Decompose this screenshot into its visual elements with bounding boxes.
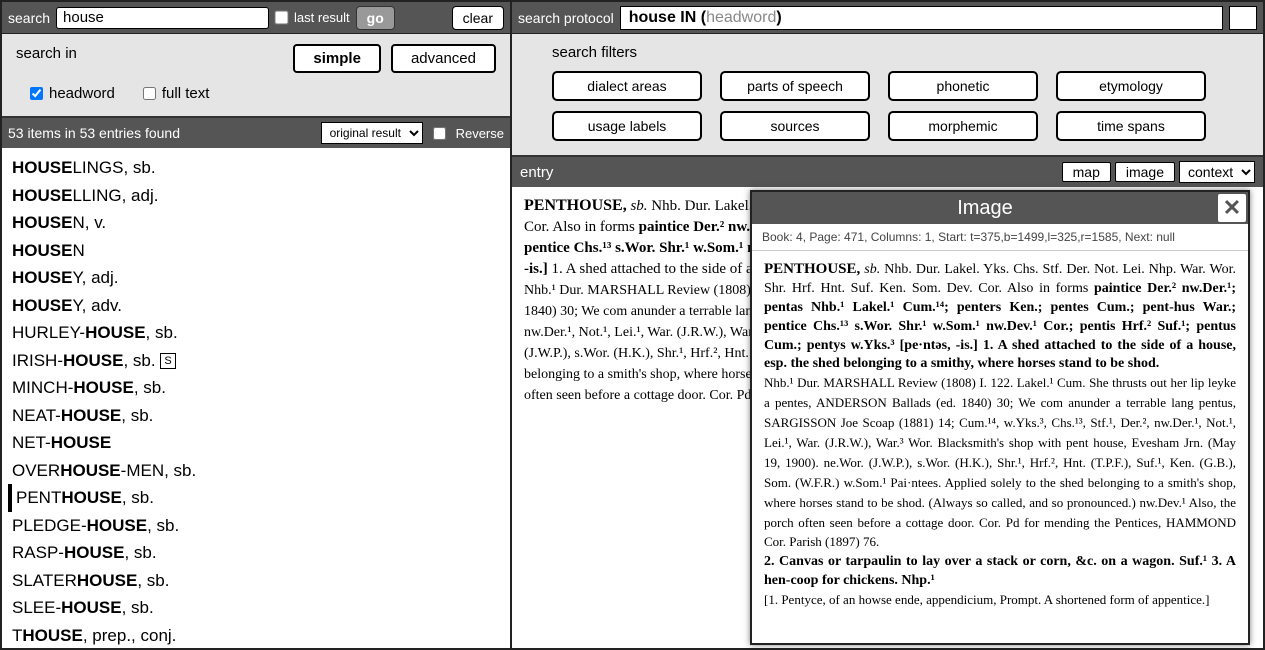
results-list[interactable]: HOUSELINGS, sb.HOUSELLING, adj.HOUSEN, v… — [2, 148, 510, 648]
filter-sources[interactable]: sources — [720, 111, 870, 141]
filter-morphemic[interactable]: morphemic — [888, 111, 1038, 141]
last-result-label: last result — [294, 10, 350, 25]
filter-usage-labels[interactable]: usage labels — [552, 111, 702, 141]
list-item[interactable]: PENTHOUSE, sb. — [8, 484, 506, 512]
reverse-checkbox[interactable] — [433, 127, 446, 140]
filter-phonetic[interactable]: phonetic — [888, 71, 1038, 101]
map-button[interactable]: map — [1062, 162, 1111, 182]
list-item[interactable]: NEAT-HOUSE, sb. — [8, 402, 506, 430]
entry-label: entry — [520, 164, 1058, 181]
list-item[interactable]: HOUSEY, adj. — [8, 264, 506, 292]
clear-button[interactable]: clear — [452, 6, 504, 30]
filters-panel: search filters dialect areas parts of spe… — [512, 34, 1263, 157]
fulltext-checkbox[interactable] — [143, 87, 156, 100]
protocol-dropdown-button[interactable] — [1229, 6, 1257, 30]
search-bar: search last result go clear — [2, 2, 510, 34]
close-icon[interactable]: ✕ — [1218, 194, 1246, 222]
list-item[interactable]: HOUSEN, v. — [8, 209, 506, 237]
reverse-label: Reverse — [456, 126, 504, 141]
list-item[interactable]: RASP-HOUSE, sb. — [8, 539, 506, 567]
context-select[interactable]: context — [1179, 161, 1255, 183]
list-item[interactable]: NET-HOUSE — [8, 429, 506, 457]
list-item[interactable]: HOUSEY, adv. — [8, 292, 506, 320]
list-item[interactable]: MINCH-HOUSE, sb. — [8, 374, 506, 402]
mode-simple-button[interactable]: simple — [293, 44, 381, 73]
list-item[interactable]: THOUSE, prep., conj. — [8, 622, 506, 649]
search-input[interactable] — [56, 7, 269, 29]
list-item[interactable]: HURLEY-HOUSE, sb. — [8, 319, 506, 347]
protocol-label: search protocol — [518, 10, 614, 26]
image-popup-body[interactable]: PENTHOUSE, sb. Nhb. Dur. Lakel. Yks. Chs… — [752, 251, 1248, 643]
list-item[interactable]: IRISH-HOUSE, sb. S — [8, 347, 506, 375]
protocol-field[interactable]: house IN (headword) — [620, 6, 1223, 30]
filter-parts-of-speech[interactable]: parts of speech — [720, 71, 870, 101]
entry-pos: sb. — [630, 198, 647, 214]
sort-select[interactable]: original result — [321, 122, 423, 144]
list-item[interactable]: HOUSEN — [8, 237, 506, 265]
search-in-title: search in — [16, 45, 77, 62]
image-popup-header[interactable]: Image ✕ — [752, 192, 1248, 224]
search-label: search — [8, 10, 50, 26]
go-button[interactable]: go — [356, 6, 395, 30]
protocol-bar: search protocol house IN (headword) — [512, 2, 1263, 34]
image-popup-meta: Book: 4, Page: 471, Columns: 1, Start: t… — [752, 224, 1248, 251]
fulltext-option[interactable]: full text — [143, 85, 210, 102]
image-popup: Image ✕ Book: 4, Page: 471, Columns: 1, … — [750, 190, 1250, 645]
headword-option[interactable]: headword — [30, 85, 115, 102]
filter-dialect-areas[interactable]: dialect areas — [552, 71, 702, 101]
last-result-checkbox[interactable] — [274, 10, 288, 24]
headword-checkbox[interactable] — [30, 87, 43, 100]
list-item[interactable]: HOUSELINGS, sb. — [8, 154, 506, 182]
list-item[interactable]: PLEDGE-HOUSE, sb. — [8, 512, 506, 540]
entry-bar: entry map image context — [512, 157, 1263, 187]
list-item[interactable]: HOUSELLING, adj. — [8, 182, 506, 210]
list-item[interactable]: SLATERHOUSE, sb. — [8, 567, 506, 595]
entry-headword: PENTHOUSE, — [524, 197, 627, 214]
results-bar: 53 items in 53 entries found original re… — [2, 118, 510, 148]
mode-advanced-button[interactable]: advanced — [391, 44, 496, 73]
image-popup-title: Image — [752, 197, 1218, 220]
filters-title: search filters — [552, 44, 1245, 61]
filter-etymology[interactable]: etymology — [1056, 71, 1206, 101]
list-item[interactable]: OVERHOUSE-MEN, sb. — [8, 457, 506, 485]
image-button[interactable]: image — [1115, 162, 1175, 182]
list-item[interactable]: SLEE-HOUSE, sb. — [8, 594, 506, 622]
filter-time-spans[interactable]: time spans — [1056, 111, 1206, 141]
entry-forms-label: Also in forms — [552, 219, 635, 235]
search-in-panel: search in simple advanced headword full … — [2, 34, 510, 118]
results-count: 53 items in 53 entries found — [8, 125, 311, 141]
